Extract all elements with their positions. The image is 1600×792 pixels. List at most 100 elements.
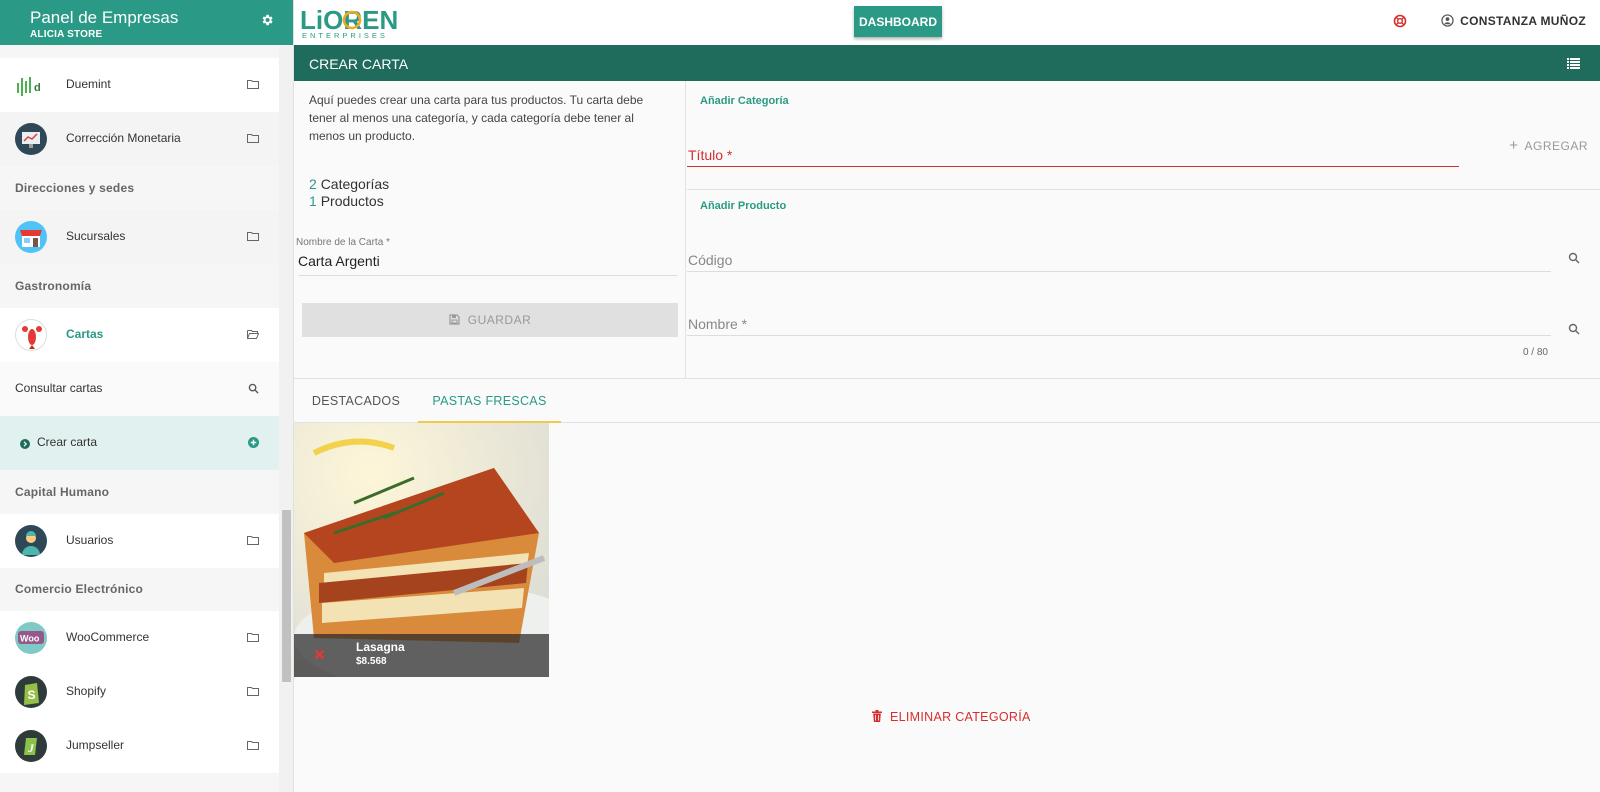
lobster-icon — [15, 319, 47, 351]
products-count: 1 — [309, 193, 317, 209]
name-char-counter: 0 / 80 — [1522, 347, 1548, 358]
tab-pastas-frescas[interactable]: PASTAS FRESCAS — [418, 379, 561, 423]
sidebar-item-label: Sucursales — [66, 229, 126, 243]
carta-name-input[interactable]: Carta Argenti — [298, 253, 678, 276]
sidebar-item-sucursales[interactable]: Sucursales — [0, 210, 279, 264]
duemint-logo-icon: d — [15, 69, 47, 101]
chart-board-icon — [15, 123, 47, 155]
add-forms-panel: Añadir Categoría Título * + AGREGAR Añadi… — [687, 81, 1600, 378]
dashboard-button[interactable]: DASHBOARD — [854, 6, 942, 37]
sidebar-subitem-label: Consultar cartas — [15, 381, 103, 395]
sidebar-title: Panel de Empresas — [30, 8, 179, 27]
divider — [687, 189, 1600, 190]
sidebar-item-duemint[interactable]: d Duemint — [0, 58, 279, 112]
user-circle-icon — [1441, 14, 1454, 27]
sidebar-subitem-crear-carta[interactable]: Crear carta — [0, 416, 279, 470]
delete-category-button[interactable]: ELIMINAR CATEGORÍA — [872, 710, 1031, 724]
lifebuoy-help-icon[interactable] — [1393, 14, 1407, 28]
svg-text:J: J — [27, 741, 35, 755]
sidebar-item-usuarios[interactable]: Usuarios — [0, 514, 279, 568]
sidebar-item-label: Jumpseller — [66, 738, 125, 752]
lioren-logo[interactable]: LiOREN ENTERPRISES — [300, 4, 425, 43]
svg-text:ENTERPRISES: ENTERPRISES — [302, 31, 388, 40]
tab-destacados[interactable]: DESTACADOS — [294, 379, 418, 423]
search-icon[interactable] — [1568, 252, 1580, 264]
folder-icon — [247, 134, 259, 143]
panel-title: CREAR CARTA — [309, 56, 409, 72]
sidebar-subtitle: ALICIA STORE — [30, 29, 103, 40]
product-card[interactable]: Lasagna $8.568 — [294, 423, 549, 677]
section-capital-humano: Capital Humano — [15, 485, 110, 499]
category-title-input[interactable]: Título * — [688, 147, 732, 163]
svg-text:S: S — [28, 688, 36, 702]
panel-description: Aquí puedes crear una carta para tus pro… — [309, 93, 644, 143]
folder-icon — [247, 536, 259, 545]
scrollbar-thumb[interactable] — [282, 510, 291, 682]
sidebar: Panel de Empresas ALICIA STORE d Duemint… — [0, 0, 294, 792]
category-tabs: DESTACADOS PASTAS FRESCAS — [294, 378, 1600, 423]
folder-icon — [247, 232, 259, 241]
add-category-button-label: AGREGAR — [1524, 139, 1588, 153]
product-name: Lasagna — [356, 640, 405, 654]
save-button-label: GUARDAR — [467, 313, 532, 327]
sidebar-item-label: Shopify — [66, 684, 107, 698]
folder-icon — [247, 80, 259, 89]
trash-icon — [872, 710, 882, 722]
product-caption: Lasagna $8.568 — [294, 634, 549, 677]
sidebar-item-label: WooCommerce — [66, 630, 150, 644]
add-category-button[interactable]: + AGREGAR — [1509, 137, 1588, 154]
user-menu[interactable]: CONSTANZA MUÑOZ — [1441, 14, 1586, 28]
sidebar-item-label: Usuarios — [66, 533, 114, 547]
add-category-label: Añadir Categoría — [700, 95, 789, 107]
chevron-right-circle-icon — [20, 439, 30, 449]
product-price: $8.568 — [356, 656, 387, 667]
sidebar-scrollbar[interactable] — [279, 45, 293, 792]
section-comercio-electronico: Comercio Electrónico — [15, 582, 144, 596]
sidebar-item-label: Cartas — [66, 327, 104, 341]
save-button[interactable]: GUARDAR — [302, 303, 678, 337]
folder-icon — [247, 687, 259, 696]
sidebar-subitem-label: Crear carta — [37, 435, 98, 449]
carta-info-panel: Aquí puedes crear una carta para tus pro… — [294, 81, 686, 378]
folder-icon — [247, 741, 259, 750]
sidebar-subitem-consultar-cartas[interactable]: Consultar cartas — [0, 362, 279, 416]
sidebar-item-correccion-monetaria[interactable]: Corrección Monetaria — [0, 112, 279, 166]
categories-count: 2 — [309, 176, 317, 192]
sidebar-item-cartas[interactable]: Cartas — [0, 308, 279, 362]
product-code-underline — [687, 271, 1551, 272]
list-icon[interactable] — [1567, 58, 1580, 69]
user-avatar-icon — [15, 525, 47, 557]
plus-icon: + — [1509, 137, 1519, 154]
search-icon — [248, 383, 259, 394]
gear-icon[interactable] — [260, 13, 274, 27]
add-circle-icon — [248, 437, 259, 448]
sidebar-item-jumpseller[interactable]: J Jumpseller — [0, 719, 279, 773]
carta-name-label: Nombre de la Carta * — [296, 237, 390, 248]
topbar: LiOREN ENTERPRISES DASHBOARD CONSTANZA M… — [294, 0, 1600, 45]
products-label: Productos — [320, 193, 384, 209]
add-product-label: Añadir Producto — [700, 200, 787, 212]
store-icon — [15, 221, 47, 253]
product-name-underline — [687, 335, 1551, 336]
folder-open-icon — [247, 330, 259, 339]
search-icon[interactable] — [1568, 323, 1580, 335]
remove-product-icon[interactable] — [314, 649, 325, 660]
save-icon — [449, 314, 460, 325]
product-name-input[interactable]: Nombre * — [688, 316, 747, 332]
section-gastronomia: Gastronomía — [15, 279, 92, 293]
panel-header: CREAR CARTA — [294, 45, 1600, 81]
sidebar-item-label: Duemint — [66, 77, 111, 91]
counts: 2 Categorías 1 Productos — [309, 176, 389, 210]
sidebar-item-woocommerce[interactable]: Woo WooCommerce — [0, 611, 279, 665]
product-code-input[interactable]: Código — [688, 252, 732, 268]
delete-category-label: ELIMINAR CATEGORÍA — [890, 710, 1031, 724]
sidebar-item-label: Corrección Monetaria — [66, 131, 181, 145]
svg-text:Woo: Woo — [20, 634, 40, 644]
sidebar-item-shopify[interactable]: S Shopify — [0, 665, 279, 719]
woocommerce-icon: Woo — [15, 622, 47, 654]
folder-icon — [247, 633, 259, 642]
user-name: CONSTANZA MUÑOZ — [1460, 14, 1586, 28]
jumpseller-icon: J — [15, 730, 47, 762]
categories-label: Categorías — [320, 176, 390, 192]
sidebar-header: Panel de Empresas ALICIA STORE — [0, 0, 293, 45]
